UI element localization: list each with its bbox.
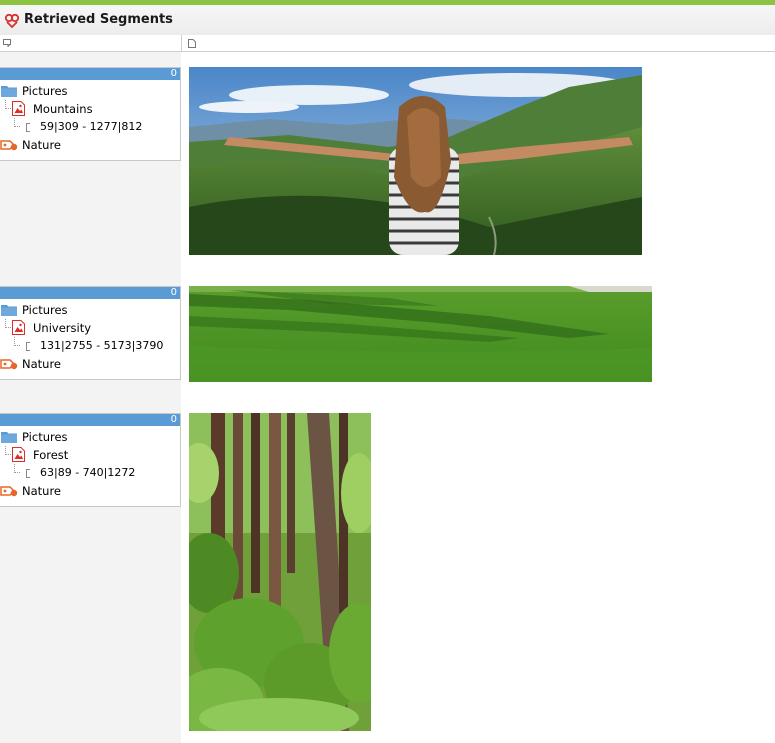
tree-row-coords: 63|89 - 740|1272	[0, 464, 180, 482]
tree-row-folder: Pictures	[0, 301, 180, 319]
segment-weight-badge: 0	[0, 68, 180, 80]
segment-card[interactable]: 0 Pictures Mountains 59|309 - 1277|812 N…	[0, 67, 181, 161]
code-label: Nature	[22, 138, 61, 152]
column-header-preview[interactable]	[182, 35, 775, 51]
picture-document-icon	[12, 320, 25, 335]
tree-row-document[interactable]: Forest	[0, 446, 180, 464]
segment-coordinates: 59|309 - 1277|812	[40, 120, 143, 133]
segment-coordinates: 131|2755 - 5173|3790	[40, 339, 164, 352]
picture-document-icon	[12, 447, 25, 462]
document-label: Mountains	[33, 102, 93, 116]
forest-image	[189, 413, 371, 731]
segment-card[interactable]: 0 Pictures Forest 63|89 - 740|1272 Natur…	[0, 413, 181, 507]
tree-row-coords: 59|309 - 1277|812	[0, 118, 180, 136]
mountains-photo[interactable]	[189, 67, 642, 255]
tree-connector	[14, 337, 20, 346]
title-bar: Retrieved Segments	[0, 5, 775, 36]
document-label: Forest	[33, 448, 69, 462]
tree-row-coords: 131|2755 - 5173|3790	[0, 337, 180, 355]
tree-row-code[interactable]: Nature	[0, 482, 180, 500]
tree-row-document[interactable]: Mountains	[0, 100, 180, 118]
segment-bracket-icon	[26, 342, 30, 351]
tree-connector	[14, 464, 20, 473]
segment-bracket-icon	[26, 123, 30, 132]
mountains-image	[189, 67, 642, 255]
tree-connector	[5, 100, 11, 109]
code-tag-icon	[0, 486, 18, 497]
folder-icon	[1, 86, 17, 97]
code-label: Nature	[22, 357, 61, 371]
window-title: Retrieved Segments	[24, 12, 173, 27]
document-icon	[188, 39, 196, 48]
folder-label: Pictures	[22, 84, 68, 98]
folder-icon	[1, 432, 17, 443]
segment-weight-badge: 0	[0, 287, 180, 299]
code-tag-icon	[0, 140, 18, 151]
tree-connector	[5, 446, 11, 455]
folder-label: Pictures	[22, 430, 68, 444]
tree-row-folder: Pictures	[0, 428, 180, 446]
tree-row-document[interactable]: University	[0, 319, 180, 337]
tree-row-code[interactable]: Nature	[0, 136, 180, 154]
retrieved-segments-window: Retrieved Segments 0 Pictures Mountains …	[0, 0, 775, 743]
tree-connector	[14, 118, 20, 127]
tree-row-folder: Pictures	[0, 82, 180, 100]
forest-photo[interactable]	[189, 413, 371, 731]
code-tag-icon	[0, 359, 18, 370]
grass-photo[interactable]	[189, 286, 652, 382]
folder-label: Pictures	[22, 303, 68, 317]
picture-document-icon	[12, 101, 25, 116]
column-header-info[interactable]	[0, 35, 182, 51]
code-label: Nature	[22, 484, 61, 498]
tree-connector	[5, 319, 11, 328]
segment-card[interactable]: 0 Pictures University 131|2755 - 5173|37…	[0, 286, 181, 380]
segment-coordinates: 63|89 - 740|1272	[40, 466, 136, 479]
document-label: University	[33, 321, 92, 335]
retrieved-segments-icon	[4, 13, 20, 28]
tree-row-code[interactable]: Nature	[0, 355, 180, 373]
column-header	[0, 35, 775, 52]
folder-icon	[1, 305, 17, 316]
memo-icon	[3, 39, 11, 47]
segment-bracket-icon	[26, 469, 30, 478]
grass-image	[189, 286, 652, 382]
segment-weight-badge: 0	[0, 414, 180, 426]
